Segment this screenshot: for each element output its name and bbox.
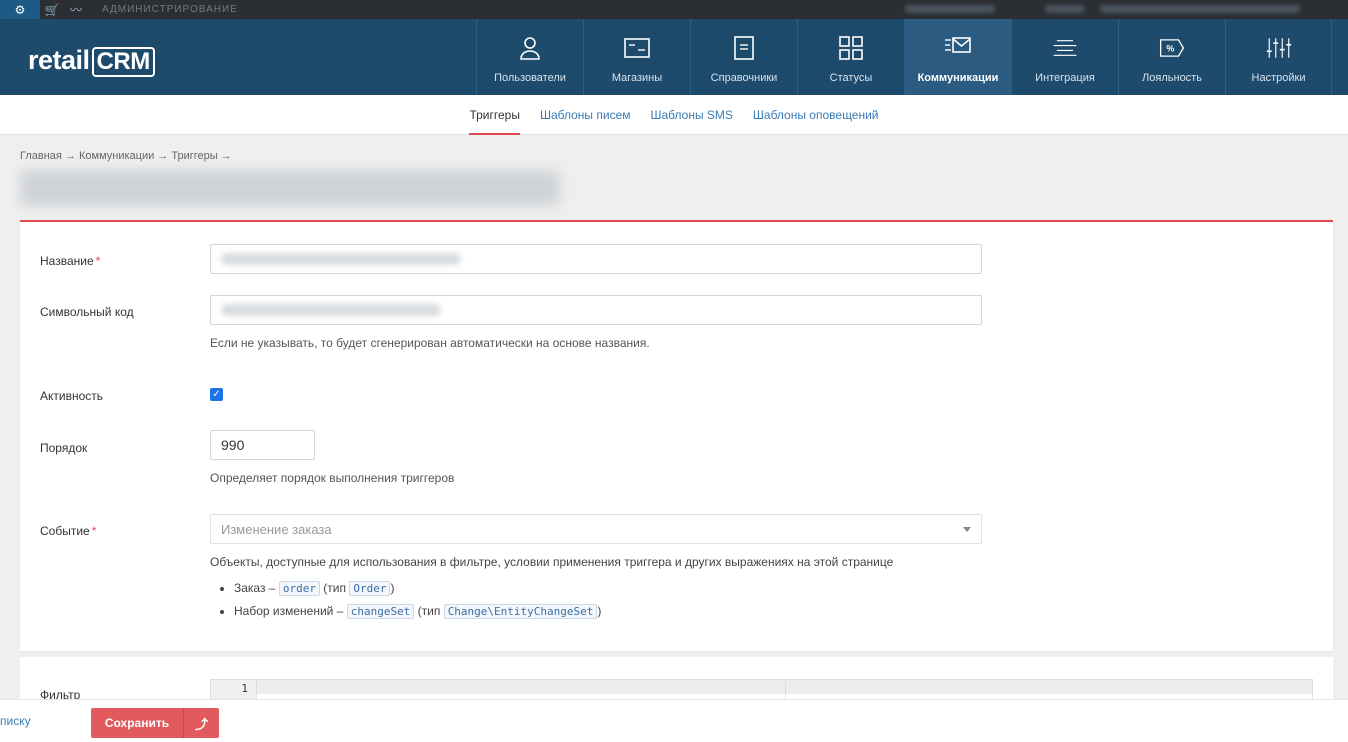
object-type-prefix: (тип bbox=[414, 604, 444, 618]
gear-icon[interactable]: ⚙ bbox=[0, 0, 40, 19]
nav-label: Магазины bbox=[611, 72, 663, 84]
chart-icon[interactable]: 〰 bbox=[64, 0, 88, 19]
integration-icon bbox=[1053, 40, 1077, 56]
object-type-prefix: (тип bbox=[319, 581, 350, 595]
name-label-text: Название bbox=[40, 254, 94, 268]
svg-text:%: % bbox=[1166, 43, 1174, 53]
nav-label: Коммуникации bbox=[917, 72, 999, 84]
statuses-icon bbox=[839, 36, 863, 60]
nav-label: Статусы bbox=[829, 72, 873, 84]
event-label-text: Событие bbox=[40, 524, 90, 538]
save-button[interactable]: Сохранить bbox=[91, 716, 183, 730]
active-checkbox[interactable]: ✓ bbox=[210, 388, 223, 401]
code-hint: Если не указывать, то будет сгенерирован… bbox=[210, 336, 650, 350]
logo-crm: CRM bbox=[91, 47, 155, 77]
order-label: Порядок bbox=[40, 441, 88, 455]
nav-label: Пользователи bbox=[494, 72, 566, 84]
save-button-group: Сохранить ⤴ bbox=[91, 708, 219, 738]
cart-icon[interactable]: 🛒 bbox=[40, 0, 64, 19]
code-input[interactable] bbox=[210, 295, 982, 325]
chevron-down-icon bbox=[963, 527, 971, 532]
available-objects: Объекты, доступные для использования в ф… bbox=[210, 555, 893, 625]
blurred-user-info bbox=[1100, 5, 1300, 13]
settings-sliders-icon bbox=[1266, 38, 1291, 58]
object-name: Набор изменений – bbox=[234, 604, 347, 618]
code-label: Символьный код bbox=[40, 305, 134, 319]
communications-icon bbox=[945, 37, 971, 53]
nav-label: Лояльность bbox=[1142, 72, 1202, 84]
blurred-user-info bbox=[1045, 5, 1085, 13]
nav-item-settings[interactable]: Настройки bbox=[1225, 19, 1332, 95]
object-var: changeSet bbox=[346, 604, 415, 619]
blurred-code-value bbox=[221, 304, 441, 316]
tab-notification-templates[interactable]: Шаблоны оповещений bbox=[753, 95, 879, 135]
order-hint: Определяет порядок выполнения триггеров bbox=[210, 471, 455, 485]
objects-list: Заказ – order (тип Order) Набор изменени… bbox=[234, 579, 893, 621]
admin-strip: ⚙ 🛒 〰 АДМИНИСТРИРОВАНИЕ bbox=[0, 0, 1348, 19]
nav-item-statuses[interactable]: Статусы bbox=[797, 19, 904, 95]
nav-label: Настройки bbox=[1251, 72, 1306, 84]
required-mark: * bbox=[95, 254, 101, 268]
object-type: Order bbox=[349, 581, 391, 596]
object-suffix: ) bbox=[390, 581, 395, 595]
name-label: Название * bbox=[40, 254, 100, 268]
tab-sms-templates[interactable]: Шаблоны SMS bbox=[651, 95, 733, 135]
event-label: Событие * bbox=[40, 524, 96, 538]
objects-hint: Объекты, доступные для использования в ф… bbox=[210, 555, 894, 569]
logo-text: retail bbox=[28, 45, 90, 75]
nav-item-users[interactable]: Пользователи bbox=[476, 19, 583, 95]
trigger-form-card: Название * Символьный код Если не указыва… bbox=[20, 220, 1333, 651]
main-header: retail CRM Пользователи Магазины Справочн… bbox=[0, 19, 1348, 101]
tab-email-templates[interactable]: Шаблоны писем bbox=[540, 95, 631, 135]
breadcrumb[interactable]: Главная → Коммуникации → Триггеры → bbox=[20, 150, 232, 162]
blurred-user-info bbox=[905, 5, 995, 13]
page-title-blurred bbox=[20, 170, 560, 206]
save-and-up-icon[interactable]: ⤴ bbox=[184, 714, 219, 733]
name-input[interactable] bbox=[210, 244, 982, 274]
tab-triggers[interactable]: Триггеры bbox=[469, 95, 520, 135]
event-select[interactable]: Изменение заказа bbox=[210, 514, 982, 544]
event-select-value: Изменение заказа bbox=[221, 521, 332, 537]
nav-item-integration[interactable]: Интеграция bbox=[1011, 19, 1118, 95]
object-var: order bbox=[278, 581, 320, 596]
user-icon bbox=[520, 37, 540, 60]
admin-label[interactable]: АДМИНИСТРИРОВАНИЕ bbox=[102, 4, 238, 15]
sub-nav: Триггеры Шаблоны писем Шаблоны SMS Шабло… bbox=[0, 95, 1348, 135]
order-value: 990 bbox=[221, 437, 245, 453]
retailcrm-logo[interactable]: retail CRM bbox=[28, 45, 155, 77]
nav-item-stores[interactable]: Магазины bbox=[583, 19, 690, 95]
nav-label: Справочники bbox=[710, 72, 778, 84]
list-item: Набор изменений – changeSet (тип Change\… bbox=[234, 602, 893, 621]
store-icon bbox=[624, 38, 650, 58]
object-name: Заказ – bbox=[234, 581, 279, 595]
editor-bar bbox=[211, 680, 1312, 694]
nav-label: Интеграция bbox=[1035, 72, 1095, 84]
nav-item-communications[interactable]: Коммуникации bbox=[904, 19, 1011, 101]
blurred-name-value bbox=[221, 253, 461, 265]
object-type: Change\EntityChangeSet bbox=[443, 604, 598, 619]
required-mark: * bbox=[91, 524, 97, 538]
nav-item-loyalty[interactable]: % Лояльность bbox=[1118, 19, 1225, 95]
book-icon bbox=[734, 36, 754, 60]
object-suffix: ) bbox=[597, 604, 602, 618]
nav-item-references[interactable]: Справочники bbox=[690, 19, 797, 95]
main-nav: Пользователи Магазины Справочники Статус… bbox=[476, 19, 1332, 101]
back-to-list-link[interactable]: писку bbox=[0, 714, 31, 728]
loyalty-icon: % bbox=[1159, 39, 1185, 57]
list-item: Заказ – order (тип Order) bbox=[234, 579, 893, 598]
bottom-action-bar: писку Сохранить ⤴ bbox=[0, 699, 1348, 742]
active-label: Активность bbox=[40, 389, 104, 403]
order-input[interactable]: 990 bbox=[210, 430, 315, 460]
